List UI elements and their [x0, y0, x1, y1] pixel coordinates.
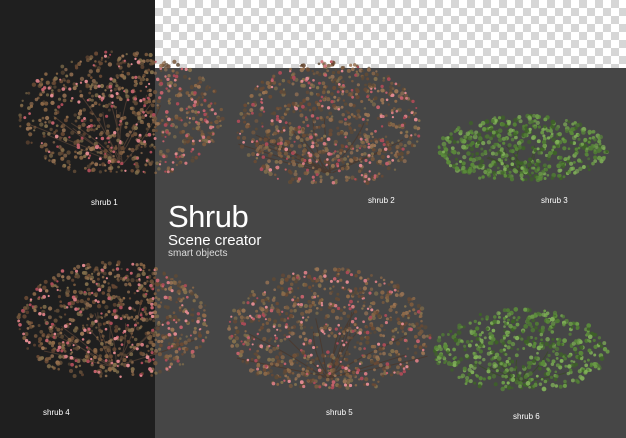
shrub-6-graphic: [432, 307, 610, 392]
page-title: Shrub: [168, 199, 249, 234]
shrub-2-label: shrub 2: [368, 196, 395, 205]
shrub-6-image: [432, 305, 610, 392]
page-subtitle: Scene creator: [168, 232, 262, 249]
shrub-4-graphic: [16, 260, 210, 378]
shrub-3-graphic: [437, 113, 609, 183]
shrub-2-image: [236, 55, 421, 186]
shrub-5-label: shrub 5: [326, 408, 353, 417]
shrub-5-graphic: [227, 267, 432, 390]
shrub-2-graphic: [236, 60, 421, 186]
shrub-3-label: shrub 3: [541, 196, 568, 205]
shrub-4-image: [16, 255, 210, 378]
shrub-1-graphic: [18, 50, 225, 175]
shrub-6-label: shrub 6: [513, 412, 540, 421]
shrub-1-image: [18, 45, 225, 175]
page-caption: smart objects: [168, 248, 228, 259]
shrub-1-label: shrub 1: [91, 198, 118, 207]
shrub-3-image: [437, 112, 609, 183]
shrub-4-label: shrub 4: [43, 408, 70, 417]
shrub-5-image: [227, 262, 432, 390]
